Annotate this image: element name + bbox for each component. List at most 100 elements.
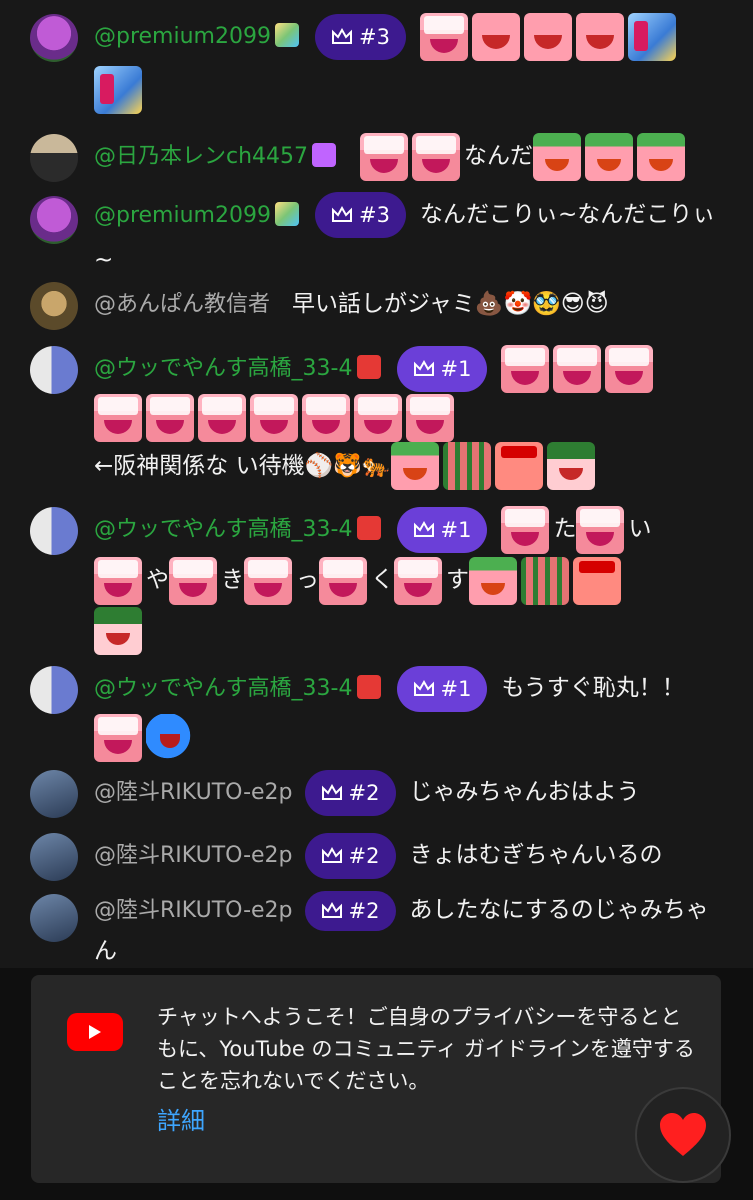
message-text: きょはむぎちゃんいるの (409, 842, 663, 868)
message-text: 早い話しがジャミ (292, 291, 475, 317)
emote-suika (94, 607, 142, 655)
emote-taiki (501, 344, 550, 393)
author-name[interactable]: @陸斗RIKUTO-e2p (94, 780, 293, 805)
message-char: っ (296, 567, 319, 593)
emote-taiki (302, 393, 350, 442)
rank-label: #2 (348, 843, 380, 868)
crown-icon (413, 359, 434, 376)
emote-korii (637, 132, 686, 181)
avatar[interactable] (30, 134, 78, 182)
emote-taiki (360, 132, 409, 181)
member-badge-icon (274, 23, 299, 47)
welcome-text: チャットへようこそ！ご自身のプライバシーを守るとともに、YouTube のコミュ… (157, 1005, 695, 1093)
emote-korii (469, 556, 517, 605)
emote-jime (471, 12, 520, 61)
chat-message: @ウッでやんす高橋_33-4 #1 もうすぐ恥丸！！ (30, 662, 729, 764)
emote-taiki (319, 556, 367, 605)
rank-label: #1 (440, 356, 472, 381)
youtube-logo-icon (67, 1013, 123, 1051)
author-name[interactable]: @陸斗RIKUTO-e2p (94, 898, 293, 923)
emote-taiki (406, 393, 454, 442)
emote-suika (546, 442, 595, 490)
avatar[interactable] (30, 833, 78, 881)
chat-message: @あんぱん教信者 早い話しがジャミ💩🤡🥸😎😈 (30, 278, 729, 331)
rank-label: #2 (348, 898, 380, 923)
message-char: く (371, 567, 394, 593)
welcome-banner: チャットへようこそ！ご自身のプライバシーを守るとともに、YouTube のコミュ… (31, 975, 721, 1183)
rank-badge: #3 (314, 192, 406, 238)
avatar[interactable] (30, 196, 78, 244)
chat-message: @日乃本レンch4457 なんだ (30, 130, 729, 183)
author-name[interactable]: @ウッでやんす高橋_33-4 (94, 356, 353, 381)
emote-taiki (94, 556, 142, 605)
crown-icon (321, 846, 342, 863)
emote-taiki (412, 132, 461, 181)
emote-cage (442, 442, 491, 490)
rank-label: #1 (440, 517, 472, 542)
emote-taiki (244, 556, 292, 605)
message-char: き (221, 567, 244, 593)
emote-korii (533, 132, 582, 181)
emote-korii (390, 442, 439, 490)
crown-icon (413, 679, 434, 696)
emote-taiki (250, 393, 298, 442)
emote-taiki (94, 393, 142, 442)
emote-taiki (169, 556, 217, 605)
emote-taiki (146, 393, 194, 442)
message-char: い (628, 516, 652, 542)
avatar[interactable] (30, 14, 78, 62)
crown-icon (331, 206, 352, 222)
emote-taiki (94, 713, 142, 762)
emote-buri (627, 12, 676, 61)
chat-message: @陸斗RIKUTO-e2p #2 じゃみちゃんおはよう (30, 766, 729, 819)
author-name[interactable]: @ウッでやんす高橋_33-4 (94, 676, 353, 701)
avatar[interactable] (30, 282, 78, 330)
emote-taiki (198, 393, 246, 442)
rank-badge: #1 (396, 665, 488, 712)
author-name[interactable]: @ウッでやんす高橋_33-4 (94, 517, 353, 542)
rank-badge: #1 (396, 506, 488, 553)
rank-badge: #3 (314, 13, 406, 60)
rank-label: #1 (440, 676, 472, 701)
emote-taiki (394, 556, 442, 605)
avatar[interactable] (30, 894, 78, 942)
chat-message: @ウッでやんす高橋_33-4 #1 ←阪神関係な い待機⚾🐯🐅 (30, 342, 729, 492)
member-badge-icon (312, 143, 337, 167)
emoji-sequence: 💩🤡🥸😎😈 (474, 291, 609, 317)
member-badge-icon (356, 355, 381, 379)
author-name[interactable]: @premium2099 (94, 203, 271, 228)
emote-shock (494, 442, 543, 490)
emote-jime (523, 12, 572, 61)
emote-buri (94, 65, 142, 114)
crown-icon (413, 520, 434, 537)
emote-shock (573, 556, 621, 605)
chat-message: @陸斗RIKUTO-e2p #2 きょはむぎちゃんいるの (30, 829, 729, 882)
crown-icon (321, 783, 342, 800)
chat-message: @陸斗RIKUTO-e2p #2 あしたなにするのじゃみちゃん (30, 890, 729, 968)
emote-blue-shout (146, 713, 194, 762)
emote-taiki (553, 344, 602, 393)
avatar[interactable] (30, 666, 78, 714)
rank-badge: #2 (304, 769, 396, 816)
rank-badge: #1 (396, 345, 488, 392)
reaction-button[interactable] (635, 1087, 731, 1183)
message-text: じゃみちゃんおはよう (409, 779, 640, 805)
author-name[interactable]: @あんぱん教信者 (94, 292, 270, 317)
emote-taiki (605, 344, 654, 393)
emote-cage (521, 556, 569, 605)
emoji-sequence: ⚾🐯🐅 (304, 452, 391, 479)
avatar[interactable] (30, 507, 78, 555)
chat-message: @ウッでやんす高橋_33-4 #1 た い や き っ く す (30, 503, 729, 657)
message-char: た (553, 516, 577, 542)
author-name[interactable]: @日乃本レンch4457 (94, 144, 308, 169)
live-chat-list[interactable]: @premium2099 #3 @日乃本レンch4457 なんだ @premium2… (0, 0, 753, 968)
avatar[interactable] (30, 770, 78, 818)
member-badge-icon (356, 675, 381, 699)
emote-taiki (576, 505, 625, 554)
author-name[interactable]: @premium2099 (94, 24, 271, 49)
author-name[interactable]: @陸斗RIKUTO-e2p (94, 843, 293, 868)
avatar[interactable] (30, 346, 78, 394)
chat-message: @premium2099 #3 なんだこりぃ~なんだこりぃ~ (30, 192, 729, 282)
message-char: や (146, 567, 169, 593)
learn-more-link[interactable]: 詳細 (157, 1101, 205, 1136)
